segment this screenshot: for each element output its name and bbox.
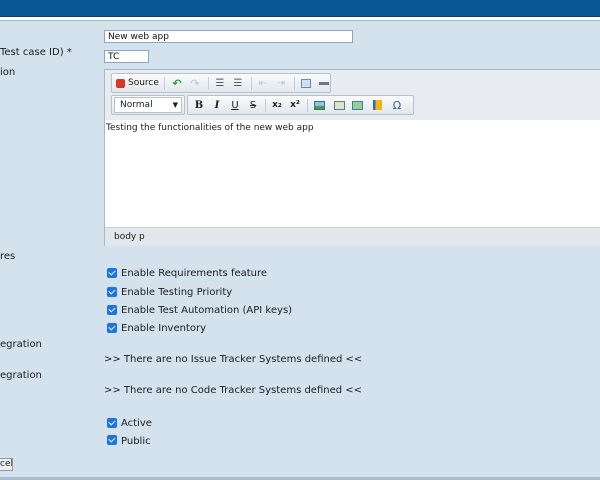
path-body[interactable]: body	[114, 232, 136, 242]
prefix-label: Test case ID) *	[0, 47, 72, 58]
source-icon	[116, 78, 125, 88]
editor-toolbar-group-1: Source ↶ ↷ ☰ ☰ ⇤ ⇥	[111, 73, 331, 93]
outdent-icon: ⇤	[258, 77, 268, 89]
strike-button[interactable]: S	[244, 97, 262, 113]
subscript-button[interactable]: x₂	[268, 97, 286, 113]
format-select-value: Normal	[120, 100, 153, 110]
cancel-button-label: cel	[0, 459, 13, 469]
toolbar-separator	[251, 77, 252, 90]
toolbar-separator	[307, 99, 308, 112]
name-input[interactable]	[104, 30, 353, 43]
unlink-icon	[351, 100, 363, 110]
bold-icon: B	[194, 99, 204, 111]
unlink-button[interactable]	[348, 97, 366, 113]
code-tracker-message: >> There are no Code Tracker Systems def…	[104, 385, 363, 396]
path-p[interactable]: p	[139, 232, 145, 242]
image-icon	[313, 100, 325, 110]
chevron-down-icon: ▼	[172, 101, 178, 109]
editor-path-bar: body p	[105, 227, 600, 246]
description-label: ion	[0, 67, 16, 78]
public-checkbox[interactable]	[107, 435, 117, 445]
table-button[interactable]	[297, 75, 315, 91]
cancel-button[interactable]: cel	[0, 458, 13, 471]
inventory-label: Enable Inventory	[121, 323, 207, 334]
special-char-button[interactable]: Ω	[388, 97, 406, 113]
redo-button[interactable]: ↷	[186, 75, 204, 91]
horizontal-rule-button[interactable]	[315, 75, 333, 91]
code-tracker-label: egration	[0, 370, 42, 381]
strike-icon: S	[249, 99, 257, 111]
format-group: Normal ▼	[111, 95, 185, 115]
undo-icon: ↶	[172, 76, 182, 90]
editor-content-text: Testing the functionalities of the new w…	[106, 123, 314, 133]
source-label: Source	[128, 78, 159, 88]
bold-button[interactable]: B	[190, 97, 208, 113]
bulleted-list-button[interactable]: ☰	[229, 75, 247, 91]
testing-priority-label: Enable Testing Priority	[121, 287, 233, 298]
test-automation-label: Enable Test Automation (API keys)	[121, 305, 293, 316]
outdent-button[interactable]: ⇤	[254, 75, 272, 91]
underline-icon: U	[231, 99, 239, 111]
public-label: Public	[121, 436, 151, 447]
numbered-list-button[interactable]: ☰	[211, 75, 229, 91]
format-select[interactable]: Normal ▼	[114, 97, 182, 113]
requirements-checkbox[interactable]	[107, 268, 117, 278]
editor-content-area[interactable]: Testing the functionalities of the new w…	[105, 120, 600, 227]
link-icon	[333, 100, 345, 110]
indent-icon: ⇥	[276, 77, 286, 89]
issue-tracker-label: egration	[0, 339, 42, 350]
image-button[interactable]	[310, 97, 328, 113]
italic-button[interactable]: I	[208, 97, 226, 113]
subscript-icon: x₂	[272, 100, 282, 110]
horizontal-rule-icon	[319, 81, 329, 85]
active-checkbox[interactable]	[107, 418, 117, 428]
redo-icon: ↷	[190, 76, 200, 90]
description-editor: Source ↶ ↷ ☰ ☰ ⇤ ⇥ Normal ▼ B I U S x₂ x…	[104, 69, 600, 246]
active-label: Active	[121, 418, 152, 429]
toolbar-separator	[265, 99, 266, 112]
testing-priority-checkbox[interactable]	[107, 287, 117, 297]
anchor-icon	[372, 100, 382, 110]
indent-button[interactable]: ⇥	[272, 75, 290, 91]
special-char-icon: Ω	[392, 98, 402, 112]
inventory-checkbox[interactable]	[107, 323, 117, 333]
bulleted-list-icon: ☰	[233, 77, 243, 89]
header-divider	[0, 17, 600, 21]
prefix-input[interactable]	[104, 50, 149, 63]
undo-button[interactable]: ↶	[168, 75, 186, 91]
issue-tracker-message: >> There are no Issue Tracker Systems de…	[104, 354, 363, 365]
features-label: res	[0, 251, 16, 262]
superscript-icon: x²	[290, 100, 300, 110]
link-button[interactable]	[330, 97, 348, 113]
toolbar-separator	[294, 77, 295, 90]
numbered-list-icon: ☰	[215, 77, 225, 89]
superscript-button[interactable]: x²	[286, 97, 304, 113]
anchor-button[interactable]	[368, 97, 386, 113]
italic-icon: I	[214, 99, 220, 111]
underline-button[interactable]: U	[226, 97, 244, 113]
test-automation-checkbox[interactable]	[107, 305, 117, 315]
source-button[interactable]: Source	[114, 75, 162, 91]
toolbar-separator	[208, 77, 209, 90]
app-header-bar	[0, 0, 600, 17]
requirements-label: Enable Requirements feature	[121, 268, 268, 279]
table-icon	[301, 78, 311, 88]
editor-toolbar-group-2: B I U S x₂ x² Ω	[187, 95, 414, 115]
toolbar-separator	[164, 77, 165, 90]
